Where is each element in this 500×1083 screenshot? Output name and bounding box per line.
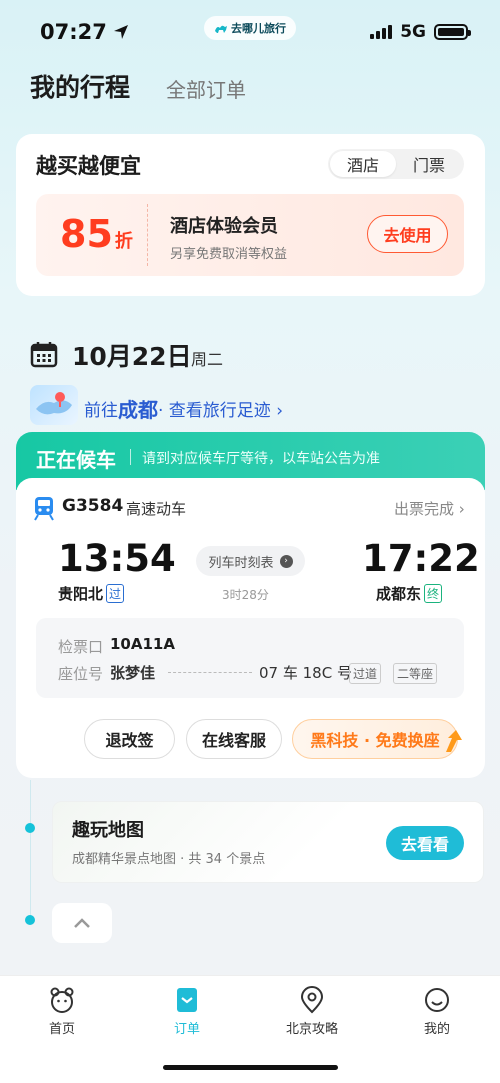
map-title: 趣玩地图 xyxy=(72,820,144,841)
timeline-dot xyxy=(25,823,35,833)
arrival-station-name: 成都东 xyxy=(376,585,422,603)
nav-guide-label: 北京攻略 xyxy=(285,1022,338,1037)
location-icon xyxy=(300,986,324,1014)
calendar-icon xyxy=(30,342,58,368)
page-title: 我的行程 xyxy=(30,73,131,102)
signal-icon xyxy=(370,25,393,39)
train-type: 高速动车 xyxy=(126,500,187,518)
passenger-name: 张梦佳 xyxy=(110,664,156,682)
arrival-station: 成都东 终 xyxy=(376,583,443,604)
chevron-up-icon xyxy=(74,918,90,928)
seat-tag-class: 二等座 xyxy=(393,663,438,684)
departure-station-name: 贵阳北 xyxy=(58,585,104,603)
status-label: 正在候车 xyxy=(36,448,116,472)
free-seat-change-button[interactable]: 黑科技 · 免费换座 xyxy=(292,719,458,759)
promo-divider xyxy=(147,204,148,266)
discount-unit: 折 xyxy=(114,231,133,252)
refund-change-button[interactable]: 退改签 xyxy=(84,719,175,759)
city-map-icon xyxy=(30,385,78,425)
tab-all-orders[interactable]: 全部订单 xyxy=(166,74,246,103)
chevron-right-icon: › xyxy=(279,554,293,568)
footprint-link: · 查看旅行足迹 › xyxy=(158,401,284,421)
status-divider xyxy=(130,449,131,465)
collapse-button[interactable] xyxy=(52,903,112,943)
go-city-link[interactable]: 前往 成都 · 查看旅行足迹 › xyxy=(84,394,283,423)
online-service-button[interactable]: 在线客服 xyxy=(186,719,282,759)
map-subtitle: 成都精华景点地图 · 共 34 个景点 xyxy=(72,852,266,867)
nav-orders-label: 订单 xyxy=(173,1022,200,1037)
promo-title: 越买越便宜 xyxy=(36,154,141,178)
location-arrow-icon xyxy=(113,25,128,39)
status-time: 07:27 xyxy=(40,20,129,44)
timetable-label: 列车时刻表 xyxy=(208,555,274,571)
promo-segment: 酒店 门票 xyxy=(328,149,464,179)
nav-profile[interactable]: 我的 xyxy=(387,986,487,1037)
timeline-dot xyxy=(25,915,35,925)
seat-label: 座位号 xyxy=(58,665,104,683)
promo-name: 酒店体验会员 xyxy=(170,216,278,237)
battery-icon xyxy=(434,24,471,40)
arrival-time: 17:22 xyxy=(362,537,480,580)
camel-icon xyxy=(215,25,227,33)
view-map-button[interactable]: 去看看 xyxy=(386,826,464,860)
train-number: G3584 xyxy=(62,496,124,516)
ticket-status[interactable]: 出票完成 › xyxy=(394,498,465,519)
terminal-tag: 终 xyxy=(424,584,443,603)
departure-station: 贵阳北 过 xyxy=(58,583,125,604)
gate-value: 10A11A xyxy=(110,635,175,653)
nav-beijing-guide[interactable]: 北京攻略 xyxy=(262,986,362,1037)
seat-number: 07 车 18C 号 xyxy=(259,664,352,682)
nav-profile-label: 我的 xyxy=(423,1022,450,1037)
app-badge-text: 去哪儿旅行 xyxy=(231,22,286,35)
status-note: 请到对应候车厅等待，以车站公告为准 xyxy=(142,451,380,467)
trip-duration: 3时28分 xyxy=(222,588,269,602)
trip-date: 10月22日 xyxy=(72,342,192,371)
order-icon xyxy=(177,988,197,1012)
status-time-text: 07:27 xyxy=(40,20,107,44)
gate-label: 检票口 xyxy=(58,638,104,656)
timeline-line xyxy=(30,780,31,920)
ticket-info-box xyxy=(36,618,464,698)
seat-tag-aisle: 过道 xyxy=(349,663,382,684)
departure-time: 13:54 xyxy=(58,537,176,580)
network-label: 5G xyxy=(400,22,426,42)
nav-home-label: 首页 xyxy=(48,1022,75,1037)
seat-dash-line xyxy=(168,672,252,673)
go-prefix: 前往 xyxy=(84,401,118,421)
timetable-button[interactable]: 列车时刻表 › xyxy=(196,546,305,576)
train-icon xyxy=(34,497,54,521)
arrow-up-icon xyxy=(446,730,462,752)
tab-hotel[interactable]: 酒店 xyxy=(330,151,396,177)
status-right: 5G xyxy=(370,22,471,42)
home-indicator xyxy=(163,1065,338,1070)
nav-orders[interactable]: 订单 xyxy=(137,986,237,1037)
app-badge: 去哪儿旅行 xyxy=(204,16,296,40)
discount-value: 85 xyxy=(60,212,113,256)
trip-weekday: 周二 xyxy=(191,350,224,369)
discount-badge: 85 折 xyxy=(60,212,133,256)
promo-subtitle: 另享免费取消等权益 xyxy=(170,247,288,262)
use-button[interactable]: 去使用 xyxy=(367,215,448,253)
nav-home[interactable]: 首页 xyxy=(12,986,112,1037)
tab-tickets[interactable]: 门票 xyxy=(396,151,462,177)
destination-city: 成都 xyxy=(118,398,158,422)
profile-icon xyxy=(425,988,449,1012)
pass-tag: 过 xyxy=(106,584,125,603)
home-icon xyxy=(50,987,74,1013)
